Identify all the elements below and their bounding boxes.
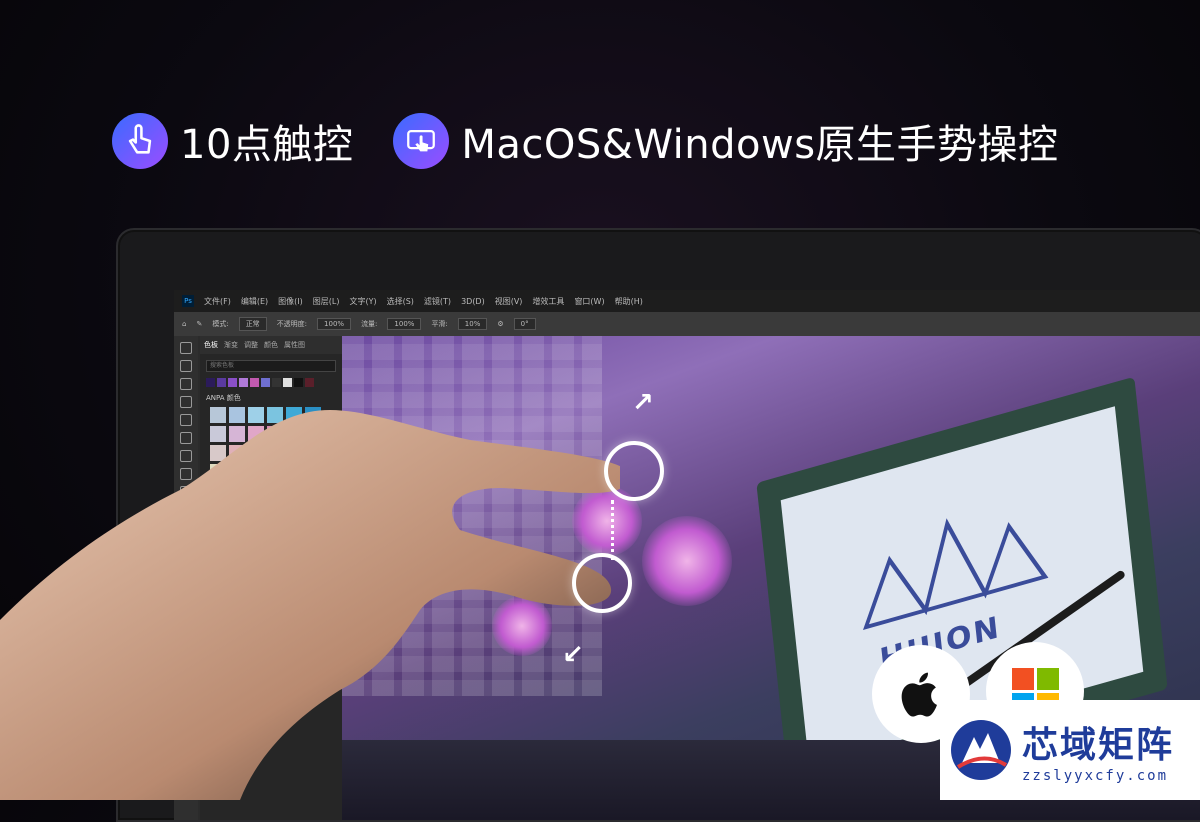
tab-adjustments[interactable]: 调整 bbox=[244, 340, 258, 350]
menu-view[interactable]: 视图(V) bbox=[495, 296, 523, 307]
mode-select[interactable]: 正常 bbox=[238, 317, 267, 331]
brush-icon[interactable]: ✎ bbox=[196, 320, 202, 328]
hand-illustration bbox=[0, 410, 620, 800]
headline: 10点触控 MacOS&Windows原生手势操控 bbox=[112, 112, 1059, 170]
menu-help[interactable]: 帮助(H) bbox=[615, 296, 643, 307]
crown-sketch bbox=[862, 518, 1049, 630]
panel-tabs: 色板 渐变 调整 颜色 属性图 bbox=[200, 336, 342, 354]
smooth-input[interactable]: 10% bbox=[457, 318, 488, 330]
touch-point-upper bbox=[604, 441, 664, 501]
feature-gesture: MacOS&Windows原生手势操控 bbox=[393, 112, 1058, 170]
menu-file[interactable]: 文件(F) bbox=[204, 296, 231, 307]
menu-type[interactable]: 文字(Y) bbox=[349, 296, 376, 307]
opacity-label: 不透明度: bbox=[276, 320, 308, 328]
menu-filter[interactable]: 滤镜(T) bbox=[424, 296, 451, 307]
move-tool-icon[interactable] bbox=[180, 342, 192, 354]
watermark-url[interactable]: zzslyyxcfy.com bbox=[1022, 768, 1174, 784]
gear-icon[interactable]: ⚙ bbox=[497, 320, 503, 328]
menu-window[interactable]: 窗口(W) bbox=[574, 296, 604, 307]
arrow-down-icon: ↙ bbox=[562, 640, 584, 670]
tab-swatches[interactable]: 色板 bbox=[204, 340, 218, 350]
menu-layer[interactable]: 图层(L) bbox=[313, 296, 340, 307]
angle-input[interactable]: 0° bbox=[513, 318, 536, 330]
touch-point-lower bbox=[572, 553, 632, 613]
arrow-up-icon: ↗ bbox=[632, 388, 654, 418]
menu-select[interactable]: 选择(S) bbox=[387, 296, 414, 307]
tab-color[interactable]: 颜色 bbox=[264, 340, 278, 350]
gesture-screen-icon bbox=[393, 113, 450, 169]
feature-gesture-text: MacOS&Windows原生手势操控 bbox=[461, 122, 1059, 168]
ps-options-bar: ⌂ ✎ 模式: 正常 不透明度: 100% 流量: 100% 平滑: 10% ⚙… bbox=[174, 312, 1200, 336]
menu-edit[interactable]: 编辑(E) bbox=[241, 296, 268, 307]
feature-touch: 10点触控 bbox=[112, 112, 353, 170]
menu-plugins[interactable]: 增效工具 bbox=[532, 296, 564, 307]
tab-properties[interactable]: 属性图 bbox=[284, 340, 305, 350]
touch-hand-icon bbox=[112, 113, 168, 169]
watermark-title: 芯域矩阵 bbox=[1022, 725, 1175, 766]
pinch-path bbox=[611, 500, 614, 560]
home-icon[interactable]: ⌂ bbox=[182, 320, 186, 328]
watermark-text: 芯域矩阵 zzslyyxcfy.com bbox=[1022, 716, 1174, 784]
watermark-logo-icon bbox=[951, 720, 1011, 780]
flow-input[interactable]: 100% bbox=[387, 318, 422, 330]
mode-label: 模式: bbox=[212, 320, 229, 328]
tab-gradients[interactable]: 渐变 bbox=[224, 340, 238, 350]
menu-3d[interactable]: 3D(D) bbox=[461, 297, 485, 306]
smooth-label: 平滑: bbox=[431, 320, 448, 328]
flower bbox=[642, 516, 732, 606]
feature-touch-text: 10点触控 bbox=[180, 122, 354, 168]
watermark: 芯域矩阵 zzslyyxcfy.com bbox=[940, 700, 1200, 800]
opacity-input[interactable]: 100% bbox=[317, 318, 352, 330]
photoshop-logo-icon: Ps bbox=[182, 295, 194, 307]
ps-menubar: Ps 文件(F) 编辑(E) 图像(I) 图层(L) 文字(Y) 选择(S) 滤… bbox=[174, 290, 1200, 312]
flow-label: 流量: bbox=[361, 320, 378, 328]
menu-image[interactable]: 图像(I) bbox=[278, 296, 303, 307]
